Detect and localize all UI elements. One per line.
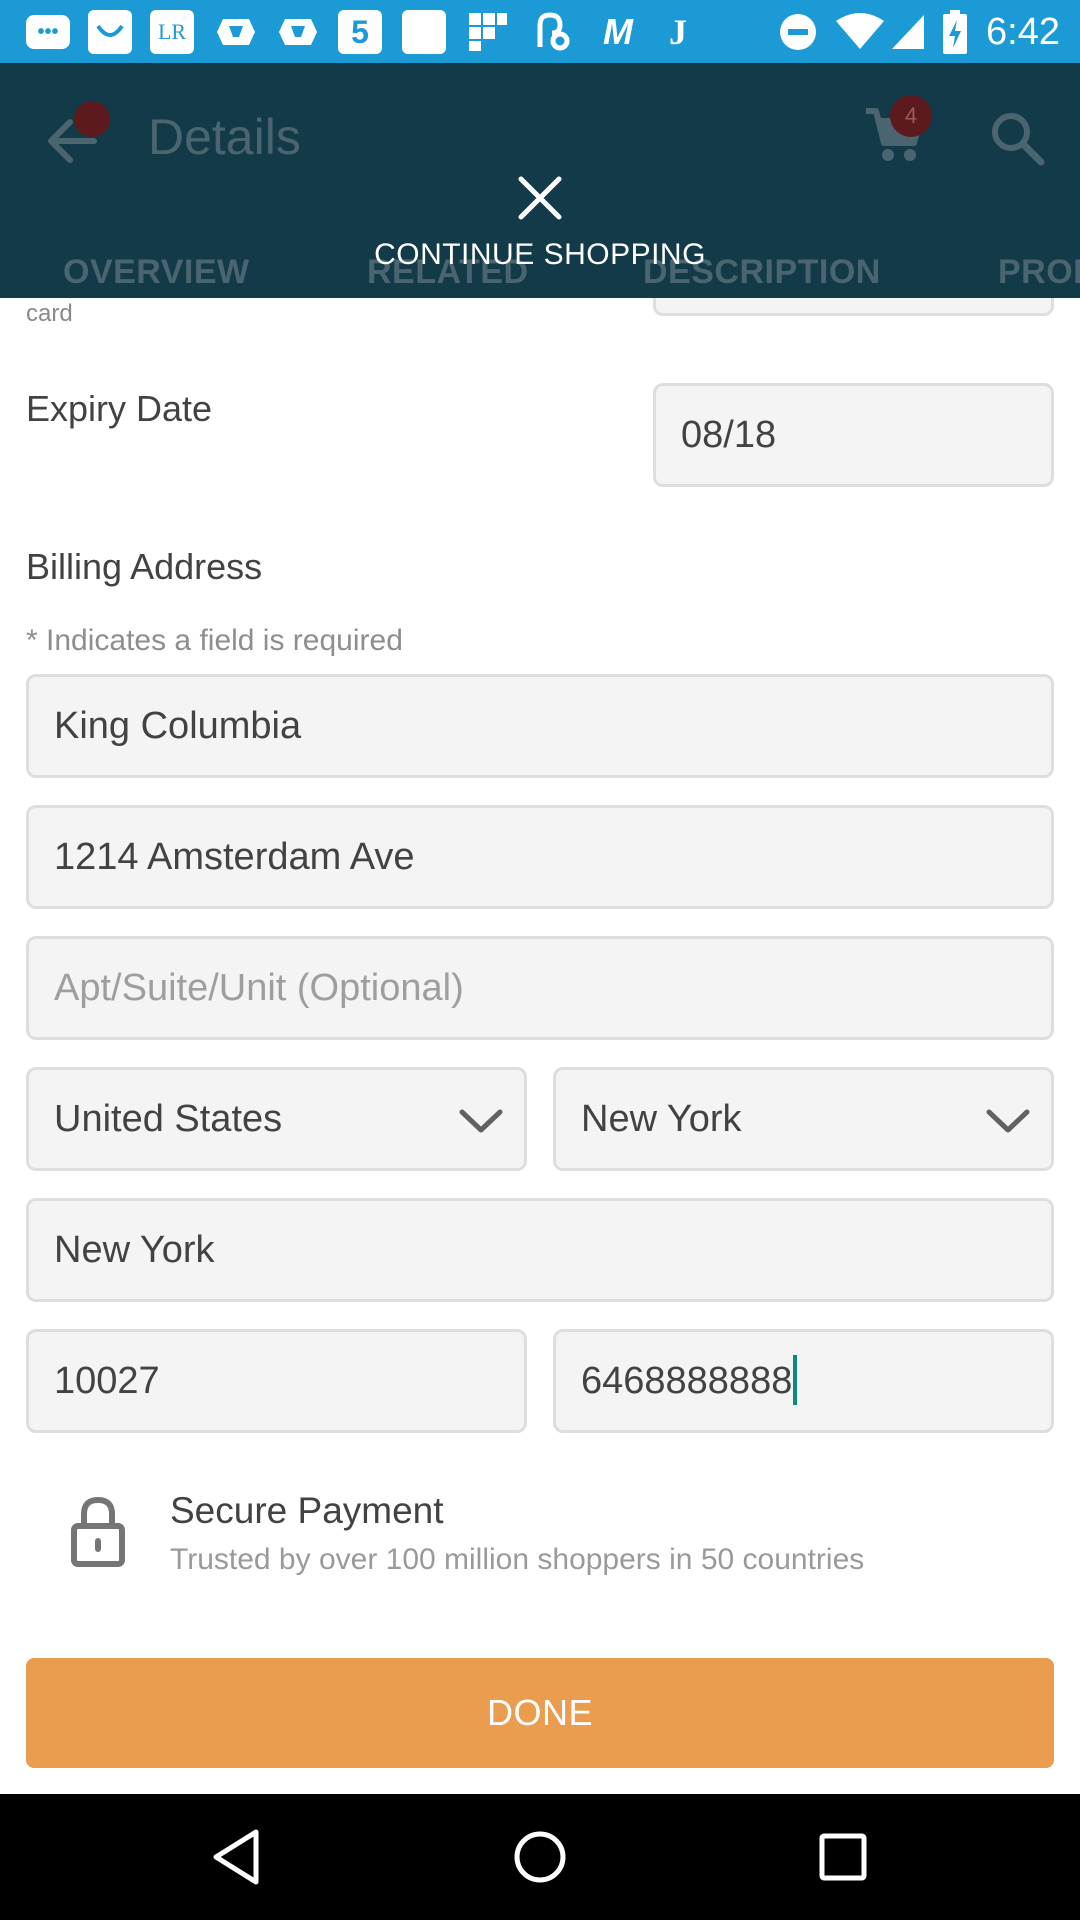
lr-app-icon: LR xyxy=(150,10,194,54)
apt-suite-field[interactable]: Apt/Suite/Unit (Optional) xyxy=(26,936,1054,1040)
shop-bag-icon xyxy=(214,10,258,54)
notification-dot xyxy=(74,101,110,137)
city-value: New York xyxy=(54,1229,215,1271)
back-nav-icon[interactable] xyxy=(204,1824,270,1890)
text-cursor xyxy=(793,1354,798,1405)
smile-app-icon xyxy=(88,10,132,54)
j-app-icon: J xyxy=(669,12,687,52)
state-select[interactable]: New York xyxy=(553,1067,1054,1171)
zip-code-value: 10027 xyxy=(54,1360,160,1402)
secure-payment-title: Secure Payment xyxy=(170,1490,444,1531)
cart-count-badge: 4 xyxy=(890,95,932,137)
phone-field[interactable]: 6468888888 xyxy=(553,1329,1054,1433)
m-app-icon: M xyxy=(603,11,633,52)
phone-value: 6468888888 xyxy=(581,1360,793,1402)
page-title: Details xyxy=(148,109,301,165)
phone-field-content: 6468888888 xyxy=(581,1332,798,1430)
five-app-icon: 5 xyxy=(338,10,382,54)
message-icon: ••• xyxy=(26,10,70,54)
navigation-bar xyxy=(0,1794,1080,1920)
required-field-hint: * Indicates a field is required xyxy=(26,624,403,657)
cell-signal-icon xyxy=(886,10,930,54)
link-app-icon xyxy=(530,10,574,54)
expiry-date-value: 08/18 xyxy=(681,414,777,456)
recents-nav-icon[interactable] xyxy=(810,1824,876,1890)
street-address-value: 1214 Amsterdam Ave xyxy=(54,836,415,878)
status-time: 6:42 xyxy=(986,11,1060,53)
country-value: United States xyxy=(54,1098,283,1140)
chevron-down-icon xyxy=(459,1109,503,1133)
expiry-date-field[interactable]: 08/18 xyxy=(653,383,1054,487)
do-not-disturb-icon xyxy=(776,10,820,54)
card-field-fragment[interactable] xyxy=(653,298,1054,316)
home-nav-icon[interactable] xyxy=(507,1824,573,1890)
wifi-icon xyxy=(834,10,886,54)
expiry-date-label: Expiry Date xyxy=(26,388,213,429)
full-name-field[interactable]: King Columbia xyxy=(26,674,1054,778)
country-select[interactable]: United States xyxy=(26,1067,527,1171)
lock-icon xyxy=(71,1496,125,1567)
apt-suite-placeholder: Apt/Suite/Unit (Optional) xyxy=(54,967,464,1009)
zip-code-field[interactable]: 10027 xyxy=(26,1329,527,1433)
street-address-field[interactable]: 1214 Amsterdam Ave xyxy=(26,805,1054,909)
grid-app-icon xyxy=(466,10,510,54)
full-name-value: King Columbia xyxy=(54,705,302,747)
app-bar: Details 4 OVERVIEW RELATED DESCRIPTION P… xyxy=(0,63,1080,298)
close-icon[interactable] xyxy=(515,173,565,223)
continue-shopping-button[interactable]: CONTINUE SHOPPING xyxy=(0,238,1080,272)
city-field[interactable]: New York xyxy=(26,1198,1054,1302)
shop-bag-icon xyxy=(276,10,320,54)
done-button[interactable]: DONE xyxy=(26,1658,1054,1768)
state-value: New York xyxy=(581,1098,742,1140)
status-bar: ••• LR 5 M J 6:42 xyxy=(0,0,1080,63)
blank-app-icon xyxy=(402,10,446,54)
secure-payment-subtitle: Trusted by over 100 million shoppers in … xyxy=(170,1543,865,1576)
billing-address-title: Billing Address xyxy=(26,546,263,587)
card-label-fragment: card xyxy=(26,300,73,327)
battery-charging-icon xyxy=(940,10,970,54)
search-icon[interactable] xyxy=(988,109,1046,167)
chevron-down-icon xyxy=(986,1109,1030,1133)
